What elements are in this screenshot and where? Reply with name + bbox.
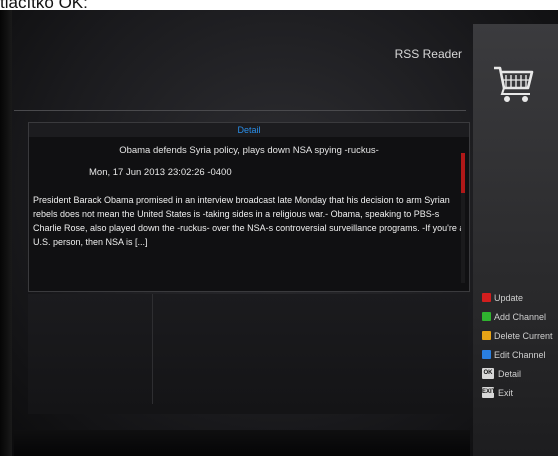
tv-screen: RSS Reader Detail Obama defends Syria po… xyxy=(0,10,558,456)
legend-update[interactable]: Update xyxy=(482,292,558,311)
legend-detail[interactable]: OK Detail xyxy=(482,368,558,387)
legend-add-channel[interactable]: Add Channel xyxy=(482,311,558,330)
legend-label: Delete Current xyxy=(494,331,553,341)
scrollbar-thumb[interactable] xyxy=(461,153,465,193)
yellow-key-icon xyxy=(482,331,491,340)
red-key-icon xyxy=(482,293,491,302)
ok-key-icon: OK xyxy=(482,368,494,379)
exit-key-icon: EXIT xyxy=(482,387,495,398)
legend-label: Update xyxy=(494,293,524,303)
legend-label: Detail xyxy=(498,369,522,379)
shopping-cart-icon xyxy=(494,66,534,102)
screen-title: RSS Reader xyxy=(394,47,462,61)
blue-key-icon xyxy=(482,350,491,359)
detail-header: Detail xyxy=(29,123,469,137)
article-headline: Obama defends Syria policy, plays down N… xyxy=(119,145,379,156)
legend-edit-channel[interactable]: Edit Channel xyxy=(482,349,558,368)
legend-delete-current[interactable]: Delete Current xyxy=(482,330,558,349)
screen-bezel xyxy=(0,10,12,456)
legend-label: Exit xyxy=(498,388,514,398)
lower-panel xyxy=(28,294,468,414)
legend-label: Edit Channel xyxy=(494,350,546,360)
green-key-icon xyxy=(482,312,491,321)
legend-exit[interactable]: EXIT Exit xyxy=(482,387,558,406)
bottom-strip xyxy=(14,430,470,456)
article-date: Mon, 17 Jun 2013 23:02:26 -0400 xyxy=(89,167,232,178)
detail-panel: Detail Obama defends Syria policy, plays… xyxy=(28,122,470,292)
button-legend: Update Add Channel Delete Current Edit C… xyxy=(482,292,558,406)
divider xyxy=(152,294,153,404)
legend-label: Add Channel xyxy=(494,312,547,322)
article-body: President Barack Obama promised in an in… xyxy=(33,195,465,247)
scrollbar[interactable] xyxy=(461,153,465,283)
